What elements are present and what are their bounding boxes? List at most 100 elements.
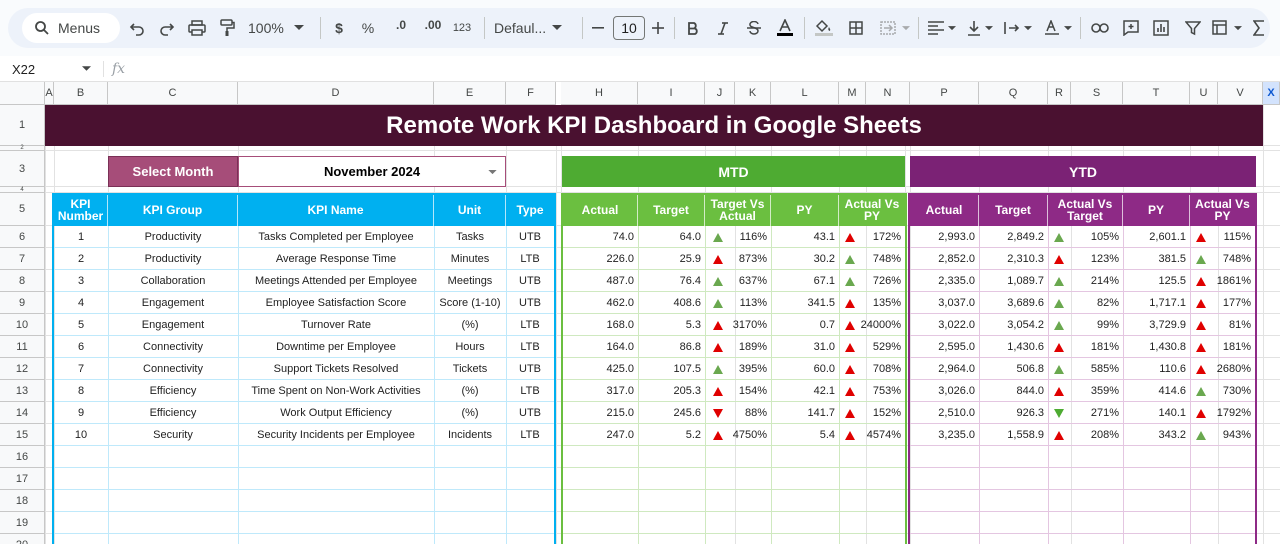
table-gridline <box>563 533 905 534</box>
select-all-corner[interactable] <box>0 82 45 105</box>
table-gridline <box>910 511 1255 512</box>
kpi-group-cell: Connectivity <box>143 341 203 353</box>
vertical-align-select[interactable] <box>964 14 996 42</box>
column-header-a[interactable]: A <box>45 82 54 105</box>
filter-views-select[interactable] <box>1210 14 1244 42</box>
arrow-up-red-icon <box>1196 276 1206 286</box>
row-header-11[interactable]: 11 <box>0 336 45 358</box>
print-icon[interactable] <box>186 14 208 42</box>
row-header-20[interactable]: 20 <box>0 534 45 544</box>
column-header-q[interactable]: Q <box>979 82 1048 105</box>
column-header-i[interactable]: I <box>638 82 705 105</box>
ytd-actual-vs-py-cell: 177% <box>1222 297 1251 309</box>
arrow-up-red-icon <box>845 364 855 374</box>
filter-icon[interactable] <box>1182 14 1204 42</box>
functions-icon[interactable] <box>1250 14 1268 42</box>
number-format-button[interactable]: 123 <box>450 14 474 42</box>
horizontal-align-select[interactable] <box>926 14 958 42</box>
column-header-m[interactable]: M <box>839 82 866 105</box>
mtd-target-vs-actual-indicator <box>711 336 725 358</box>
column-header-s[interactable]: S <box>1071 82 1123 105</box>
dashboard-title: Remote Work KPI Dashboard in Google Shee… <box>45 105 1263 146</box>
column-header-f[interactable]: F <box>506 82 556 105</box>
row-header-6[interactable]: 6 <box>0 226 45 248</box>
row-header-12[interactable]: 12 <box>0 358 45 380</box>
header-mtd-actual: Actual <box>563 193 638 226</box>
header-type: Type <box>506 193 554 226</box>
increase-decimal-button[interactable]: .00 <box>420 14 446 42</box>
menus-search-button[interactable]: Menus <box>22 13 120 43</box>
row-header-10[interactable]: 10 <box>0 314 45 336</box>
row-header-3[interactable]: 3 <box>0 151 45 187</box>
kpi-group-cell: Engagement <box>141 297 205 309</box>
arrow-up-red-icon <box>1196 364 1206 374</box>
chevron-down-icon[interactable] <box>82 66 91 72</box>
mtd-py-cell: 0.7 <box>819 319 835 331</box>
text-color-icon[interactable] <box>774 14 796 42</box>
row-header-19[interactable]: 19 <box>0 512 45 534</box>
column-header-d[interactable]: D <box>238 82 434 105</box>
fill-color-icon[interactable] <box>812 14 836 42</box>
row-header-7[interactable]: 7 <box>0 248 45 270</box>
arrow-up-green-icon <box>1196 430 1206 440</box>
row-header-18[interactable]: 18 <box>0 490 45 512</box>
percent-format-button[interactable]: % <box>358 14 378 42</box>
row-header-13[interactable]: 13 <box>0 380 45 402</box>
toolbar-divider <box>1080 17 1081 39</box>
row-header-9[interactable]: 9 <box>0 292 45 314</box>
borders-icon[interactable] <box>846 14 866 42</box>
increase-font-size-icon[interactable] <box>650 14 666 42</box>
column-header-b[interactable]: B <box>54 82 108 105</box>
mtd-actual-vs-py-cell: 135% <box>872 297 901 309</box>
insert-chart-icon[interactable] <box>1150 14 1172 42</box>
decrease-decimal-button[interactable]: .0 <box>388 14 414 42</box>
decrease-font-size-icon[interactable] <box>590 14 606 42</box>
row-header-1[interactable]: 1 <box>0 105 45 146</box>
italic-icon[interactable] <box>714 14 732 42</box>
font-size-input[interactable]: 10 <box>613 16 645 40</box>
dropdown-arrow-icon[interactable] <box>488 170 497 175</box>
mtd-py-cell: 42.1 <box>813 385 835 397</box>
text-wrapping-select[interactable] <box>1002 14 1034 42</box>
insert-comment-icon[interactable] <box>1120 14 1142 42</box>
column-header-r[interactable]: R <box>1048 82 1071 105</box>
column-header-j[interactable]: J <box>705 82 735 105</box>
column-header-x[interactable]: X <box>1263 82 1280 105</box>
mtd-actual-cell: 226.0 <box>606 253 634 265</box>
column-header-p[interactable]: P <box>910 82 979 105</box>
arrow-up-red-icon <box>1196 320 1206 330</box>
column-header-e[interactable]: E <box>434 82 506 105</box>
column-header-u[interactable]: U <box>1190 82 1218 105</box>
row-header-17[interactable]: 17 <box>0 468 45 490</box>
zoom-select[interactable]: 100% <box>248 14 310 42</box>
ytd-py-cell: 110.6 <box>1159 363 1186 375</box>
column-header-c[interactable]: C <box>108 82 238 105</box>
row-header-5[interactable]: 5 <box>0 193 45 226</box>
sheet-grid[interactable]: ABCDEFHIJKLMNPQRSTUVX 1 2 3 4 5 6 7 8 9 10 11 12 13 1… <box>0 82 1280 544</box>
row-header-8[interactable]: 8 <box>0 270 45 292</box>
ytd-target-cell: 3,689.6 <box>1007 297 1044 309</box>
undo-icon[interactable] <box>126 14 148 42</box>
column-header-t[interactable]: T <box>1123 82 1190 105</box>
column-header-h[interactable]: H <box>561 82 638 105</box>
search-icon <box>35 21 49 35</box>
mtd-py-cell: 30.2 <box>813 253 835 265</box>
strikethrough-icon[interactable] <box>744 14 764 42</box>
font-family-select[interactable]: Defaul... <box>494 14 574 42</box>
select-month-dropdown[interactable]: November 2024 <box>238 156 506 187</box>
column-header-k[interactable]: K <box>735 82 771 105</box>
column-header-v[interactable]: V <box>1218 82 1263 105</box>
bold-icon[interactable] <box>684 14 702 42</box>
redo-icon[interactable] <box>156 14 178 42</box>
paint-format-icon[interactable] <box>216 14 238 42</box>
row-header-14[interactable]: 14 <box>0 402 45 424</box>
table-gridline <box>563 467 905 468</box>
insert-link-icon[interactable] <box>1088 14 1112 42</box>
text-rotation-select[interactable] <box>1042 14 1074 42</box>
row-header-16[interactable]: 16 <box>0 446 45 468</box>
row-header-15[interactable]: 15 <box>0 424 45 446</box>
currency-format-button[interactable]: $ <box>330 14 348 42</box>
column-header-l[interactable]: L <box>771 82 839 105</box>
merge-cells-select[interactable] <box>876 14 914 42</box>
column-header-n[interactable]: N <box>866 82 910 105</box>
